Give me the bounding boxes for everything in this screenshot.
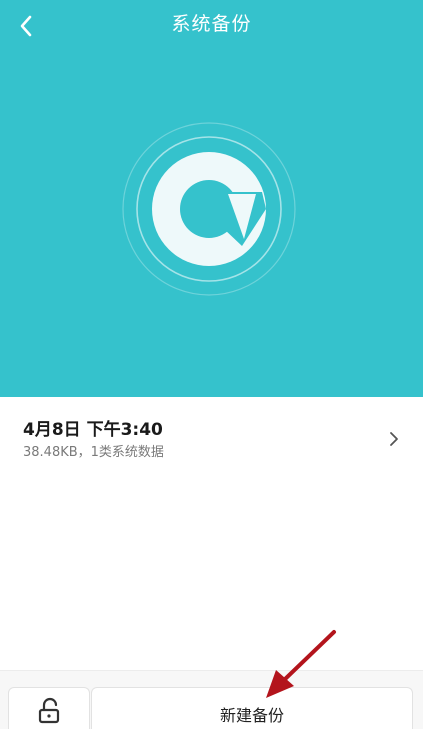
backup-record-item[interactable]: 4月8日 下午3:40 38.48KB，1类系统数据 <box>0 397 423 487</box>
hero-header: 系统备份 <box>0 0 423 397</box>
chevron-right-icon <box>390 432 398 446</box>
system-backup-screen: 系统备份 4月8日 下午3:40 38.48KB，1类系统数据 新建备份 <box>0 0 423 729</box>
page-title: 系统备份 <box>171 13 252 35</box>
new-backup-button[interactable]: 新建备份 <box>91 687 413 729</box>
backup-restore-icon <box>122 122 296 296</box>
unlock-icon <box>38 697 60 723</box>
backup-record-title: 4月8日 下午3:40 <box>23 420 163 440</box>
bottom-action-bar: 新建备份 <box>0 670 423 729</box>
backup-logo <box>116 116 302 302</box>
backup-record-details: 38.48KB，1类系统数据 <box>23 445 164 460</box>
lock-button[interactable] <box>8 687 90 729</box>
empty-content-area <box>0 487 423 670</box>
